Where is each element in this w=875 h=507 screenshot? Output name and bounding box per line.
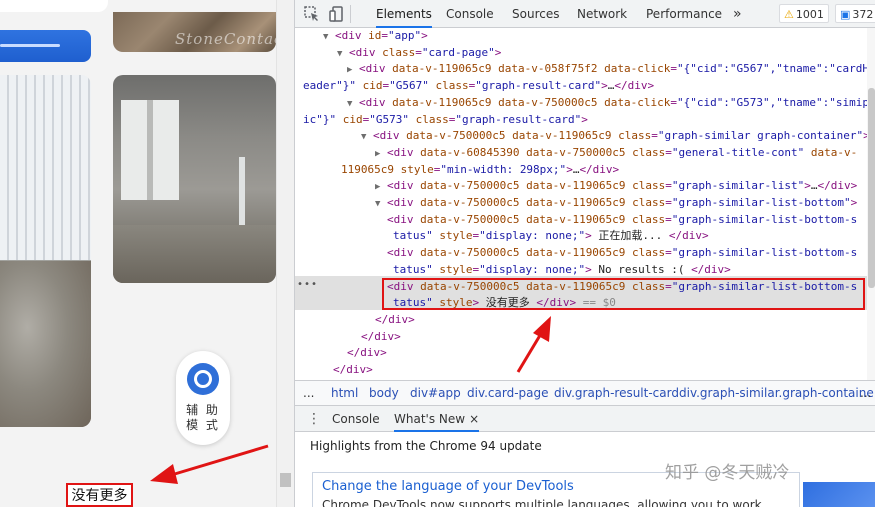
expand-toggle-icon[interactable]: ▶ xyxy=(347,65,352,75)
tab-performance[interactable]: Performance xyxy=(646,0,722,28)
breadcrumb-item[interactable]: body xyxy=(369,381,399,405)
drawer-tab-console[interactable]: Console xyxy=(332,406,380,432)
page-viewport: StoneContact 辅 助模 式 没有更多 xyxy=(0,0,294,507)
highlights-heading: Highlights from the Chrome 94 update xyxy=(310,439,542,453)
dom-node-line[interactable]: </div> xyxy=(347,345,867,362)
warnings-badge[interactable]: ⚠ 1001 xyxy=(779,4,829,23)
drawer-tab-whats-new[interactable]: What's New × xyxy=(394,406,480,432)
dom-tree[interactable]: ••• ▼ <div id="app"> ▼ <div class="card-p… xyxy=(295,28,867,380)
device-toggle-icon[interactable] xyxy=(328,5,346,23)
breadcrumb-item[interactable]: div.graph-similar.graph-containe xyxy=(679,381,874,405)
dom-node-line[interactable]: 119065c9 style="min-width: 298px;">…</di… xyxy=(341,162,867,179)
drawer-tab-label: What's New xyxy=(394,412,466,426)
wall xyxy=(0,261,91,427)
expand-toggle-icon[interactable]: ▶ xyxy=(375,149,380,159)
dom-node-line[interactable]: ▼ <div data-v-750000c5 data-v-119065c9 c… xyxy=(361,128,867,145)
card-title[interactable]: Change the language of your DevTools xyxy=(322,479,574,494)
expand-toggle-icon[interactable]: ▼ xyxy=(361,132,366,142)
dom-node-line[interactable]: ic"}" cid="G573" class="graph-result-car… xyxy=(303,112,867,129)
no-more-status: 没有更多 xyxy=(66,483,133,507)
image-watermark: StoneContact xyxy=(175,30,276,48)
expand-toggle-icon[interactable]: ▼ xyxy=(323,32,328,42)
more-tabs-button[interactable]: » xyxy=(733,0,742,28)
inspect-icon[interactable] xyxy=(303,5,321,23)
page-scroll-thumb[interactable] xyxy=(280,473,291,487)
tab-sources[interactable]: Sources xyxy=(512,0,559,28)
dom-node-line[interactable]: </div> xyxy=(333,362,867,379)
dom-node-line[interactable]: <div data-v-750000c5 data-v-119065c9 cla… xyxy=(387,212,867,229)
breadcrumb-item[interactable]: ... xyxy=(303,381,314,405)
fence xyxy=(0,75,91,260)
breadcrumb: ... html body div#app div.card-page div.graph… xyxy=(295,380,875,406)
wall-image-left[interactable] xyxy=(0,75,91,427)
devtools-toolbar: Elements Console Sources Network Perform… xyxy=(295,0,875,28)
floor xyxy=(113,225,276,283)
expand-toggle-icon[interactable]: ▼ xyxy=(347,99,352,109)
messages-badge[interactable]: ▣ 372 xyxy=(835,4,875,23)
card-thumbnail xyxy=(803,482,875,507)
assist-label: 辅 助模 式 xyxy=(186,403,220,432)
expand-toggle-icon[interactable]: ▼ xyxy=(375,199,380,209)
warnings-count: 1001 xyxy=(795,8,824,21)
close-icon[interactable]: × xyxy=(469,412,479,426)
dom-node-line[interactable]: tatus" style="display: none;"> No result… xyxy=(393,262,867,279)
breadcrumb-item[interactable]: div.graph-result-card xyxy=(554,381,679,405)
toolbar-separator xyxy=(350,5,351,23)
assist-mode-button[interactable]: 辅 助模 式 xyxy=(176,351,230,445)
tab-network[interactable]: Network xyxy=(577,0,627,28)
card-top xyxy=(0,0,108,12)
messages-count: 372 xyxy=(852,8,874,21)
drawer-toolbar: ⋮ Console What's New × xyxy=(295,406,875,432)
dom-node-line[interactable]: ▶ <div data-v-119065c9 data-v-058f75f2 d… xyxy=(347,61,867,78)
zhihu-watermark: 知乎 @冬天贼冷 xyxy=(665,463,790,483)
page-scrollbar[interactable] xyxy=(276,0,294,507)
expand-toggle-icon[interactable]: ▶ xyxy=(375,182,380,192)
dom-scroll-thumb[interactable] xyxy=(868,88,875,288)
button-bar xyxy=(0,44,60,47)
breadcrumb-item[interactable]: div.card-page xyxy=(467,381,549,405)
drawer-menu-icon[interactable]: ⋮ xyxy=(307,406,321,432)
tab-console[interactable]: Console xyxy=(446,0,494,28)
breadcrumb-item[interactable]: div#app xyxy=(410,381,461,405)
dom-node-line[interactable]: <div data-v-750000c5 data-v-119065c9 cla… xyxy=(387,245,867,262)
dom-node-line[interactable]: ▶ <div data-v-60845390 data-v-750000c5 c… xyxy=(375,145,867,162)
stone-image-top[interactable]: StoneContact xyxy=(113,12,276,52)
dom-node-line[interactable]: ▼ <div data-v-119065c9 data-v-750000c5 d… xyxy=(347,95,867,112)
breadcrumb-item[interactable]: html xyxy=(331,381,358,405)
assist-icon xyxy=(187,363,219,395)
node-actions-dots[interactable]: ••• xyxy=(297,279,318,290)
message-icon: ▣ xyxy=(840,8,851,21)
blue-button[interactable] xyxy=(0,30,91,62)
dom-node-line[interactable]: ▼ <div class="card-page"> xyxy=(337,45,867,62)
card-description: Chrome DevTools now supports multiple la… xyxy=(322,498,762,507)
dom-node-line[interactable]: <div data-v-750000c5 data-v-119065c9 cla… xyxy=(387,279,867,296)
dom-scrollbar[interactable] xyxy=(867,28,875,380)
devtools-panel: Elements Console Sources Network Perform… xyxy=(294,0,875,507)
dom-node-line[interactable]: </div> xyxy=(361,329,867,346)
dom-node-line[interactable]: </div> xyxy=(375,312,867,329)
warning-icon: ⚠ xyxy=(784,8,794,21)
dom-node-line[interactable]: eader"}" cid="G567" class="graph-result-… xyxy=(303,78,867,95)
dom-node-line[interactable]: ▼ <div id="app"> xyxy=(323,28,867,45)
breadcrumb-item[interactable]: ... xyxy=(860,381,871,405)
expand-toggle-icon[interactable]: ▼ xyxy=(337,49,342,59)
dom-node-line[interactable]: ▶ <div data-v-750000c5 data-v-119065c9 c… xyxy=(375,178,867,195)
dom-node-line[interactable]: tatus" style="display: none;"> 正在加载... <… xyxy=(393,228,867,245)
dom-node-line[interactable]: ▼ <div data-v-750000c5 data-v-119065c9 c… xyxy=(375,195,867,212)
wall-image-right[interactable] xyxy=(113,75,276,283)
window xyxy=(121,100,179,200)
tab-elements[interactable]: Elements xyxy=(376,0,432,28)
dom-node-line[interactable]: tatus" style> 没有更多 </div> == $0 xyxy=(393,295,867,312)
